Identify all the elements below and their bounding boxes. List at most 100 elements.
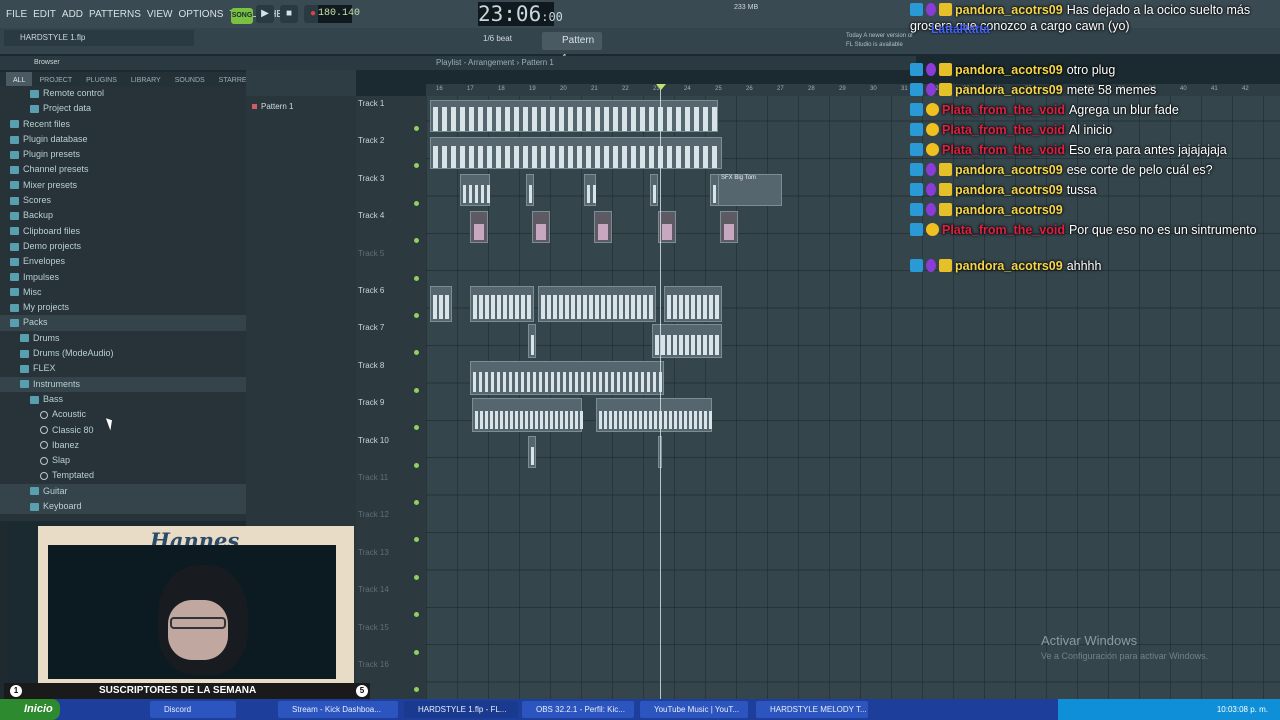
track-mute-led[interactable] <box>414 462 419 468</box>
chat-username[interactable]: pandora_acotrs09 <box>955 83 1063 97</box>
track-name[interactable]: Track 16 <box>358 660 389 669</box>
track-mute-led[interactable] <box>414 612 419 618</box>
track-name[interactable]: Track 5 <box>358 249 384 258</box>
audio-clip[interactable] <box>460 174 490 206</box>
track-mute-led[interactable] <box>414 687 419 692</box>
browser-item[interactable]: My projects <box>0 300 246 315</box>
track-name[interactable]: Track 2 <box>358 136 384 145</box>
browser-item[interactable]: Temptated <box>0 468 246 483</box>
chat-username[interactable]: Plata_from_the_void <box>942 223 1065 237</box>
taskbar-item[interactable]: HARDSTYLE 1.flp - FL... <box>404 701 518 718</box>
chat-username[interactable]: pandora_acotrs09 <box>955 259 1063 273</box>
track-mute-led[interactable] <box>414 200 419 206</box>
browser-item[interactable]: Clipboard files <box>0 224 246 239</box>
taskbar-item[interactable]: Discord <box>150 701 236 718</box>
audio-clip[interactable] <box>532 211 550 243</box>
menu-options[interactable]: OPTIONS <box>178 9 223 20</box>
track-mute-led[interactable] <box>414 500 419 505</box>
pattern-clip[interactable] <box>430 100 718 132</box>
track-name[interactable]: Track 8 <box>358 361 384 370</box>
audio-clip[interactable] <box>594 211 612 243</box>
pattern-clip[interactable] <box>528 324 536 358</box>
browser-item[interactable]: Classic 80 <box>0 423 246 438</box>
taskbar-item[interactable]: YouTube Music | YouT... <box>640 701 748 718</box>
chat-username[interactable]: Plata_from_the_void <box>942 123 1065 137</box>
track-name[interactable]: Track 15 <box>358 623 389 632</box>
audio-clip[interactable] <box>470 211 488 243</box>
pattern-clip[interactable] <box>430 137 722 169</box>
pattern-clip[interactable] <box>596 398 712 432</box>
browser-item[interactable]: Bass <box>0 392 246 407</box>
browser-item[interactable]: Demo projects <box>0 239 246 254</box>
track-name[interactable]: Track 1 <box>358 99 384 108</box>
browser-item[interactable]: Misc <box>0 285 246 300</box>
track-name[interactable]: Track 6 <box>358 286 384 295</box>
audio-clip-sfx-big-tom[interactable]: SFX Big Tom <box>718 174 782 206</box>
chat-username[interactable]: Plata_from_the_void <box>942 143 1065 157</box>
browser-item[interactable]: Acoustic <box>0 407 246 422</box>
track-name[interactable]: Track 13 <box>358 548 389 557</box>
pattern-selector[interactable]: Pattern 1 <box>542 32 602 64</box>
track-mute-led[interactable] <box>414 313 419 318</box>
track-name[interactable]: Track 10 <box>358 436 389 445</box>
track-name[interactable]: Track 7 <box>358 323 384 332</box>
taskbar-item[interactable]: HARDSTYLE MELODY T... <box>756 701 868 718</box>
track-mute-led[interactable] <box>414 425 419 431</box>
browser-item[interactable]: Slap <box>0 453 246 468</box>
pattern-clip[interactable] <box>652 324 722 358</box>
start-button[interactable]: Inicio <box>0 699 60 720</box>
pattern-clip[interactable] <box>472 398 583 432</box>
chat-username[interactable]: pandora_acotrs09 <box>955 3 1063 17</box>
pattern-clip[interactable] <box>430 286 452 322</box>
pattern-clip[interactable] <box>470 361 664 395</box>
menu-add[interactable]: ADD <box>62 9 83 20</box>
browser-item[interactable]: Impulses <box>0 270 246 285</box>
browser-item[interactable]: Plugin presets <box>0 147 246 162</box>
track-mute-led[interactable] <box>414 163 419 169</box>
browser-item[interactable]: Guitar <box>0 483 246 500</box>
playhead-marker[interactable] <box>656 84 666 90</box>
menu-patterns[interactable]: PATTERNS <box>89 9 141 20</box>
browser-item[interactable]: Backup <box>0 208 246 223</box>
audio-clip[interactable] <box>584 174 596 206</box>
play-button[interactable]: ▶ <box>256 5 274 23</box>
browser-item[interactable]: Channel presets <box>0 162 246 177</box>
browser-item[interactable]: Scores <box>0 193 246 208</box>
pattern-clip[interactable] <box>470 286 534 322</box>
playhead[interactable] <box>660 84 661 720</box>
track-name[interactable]: Track 9 <box>358 398 384 407</box>
browser-item[interactable]: Project data <box>0 101 246 116</box>
browser-item[interactable]: Instruments <box>0 376 246 392</box>
browser-item[interactable]: Keyboard <box>0 499 246 515</box>
browser-item[interactable]: Drums <box>0 331 246 346</box>
pattern-clip[interactable] <box>528 436 536 468</box>
track-name[interactable]: Track 3 <box>358 174 384 183</box>
track-mute-led[interactable] <box>414 238 419 244</box>
track-mute-led[interactable] <box>414 350 419 356</box>
browser-item[interactable]: FLEX <box>0 361 246 376</box>
chat-username[interactable]: pandora_acotrs09 <box>955 203 1063 217</box>
taskbar-item[interactable]: OBS 32.2.1 - Perfil: Kic... <box>522 701 634 718</box>
browser-item[interactable]: Mixer presets <box>0 178 246 193</box>
pattern-clip[interactable] <box>538 286 656 322</box>
track-name[interactable]: Track 12 <box>358 510 389 519</box>
menu-file[interactable]: FILE <box>6 9 27 20</box>
track-name[interactable]: Track 14 <box>358 585 389 594</box>
track-mute-led[interactable] <box>414 275 419 281</box>
system-tray-clock[interactable]: 10:03:08 p. m. <box>1058 699 1280 720</box>
menu-view[interactable]: VIEW <box>147 9 173 20</box>
chat-username[interactable]: pandora_acotrs09 <box>955 183 1063 197</box>
tempo-display[interactable]: 180.140 <box>318 5 360 23</box>
taskbar-item[interactable]: Stream - Kick Dashboa... <box>278 701 398 718</box>
pattern-clip[interactable] <box>664 286 722 322</box>
browser-item[interactable]: Recent files <box>0 117 246 132</box>
stop-button[interactable]: ■ <box>280 5 298 23</box>
chat-username[interactable]: pandora_acotrs09 <box>955 163 1063 177</box>
browser-item[interactable]: Packs <box>0 315 246 331</box>
track-name[interactable]: Track 4 <box>358 211 384 220</box>
browser-item[interactable]: Envelopes <box>0 254 246 269</box>
track-mute-led[interactable] <box>414 574 419 580</box>
browser-item[interactable]: Drums (ModeAudio) <box>0 346 246 361</box>
track-mute-led[interactable] <box>414 126 419 131</box>
track-mute-led[interactable] <box>414 387 419 393</box>
